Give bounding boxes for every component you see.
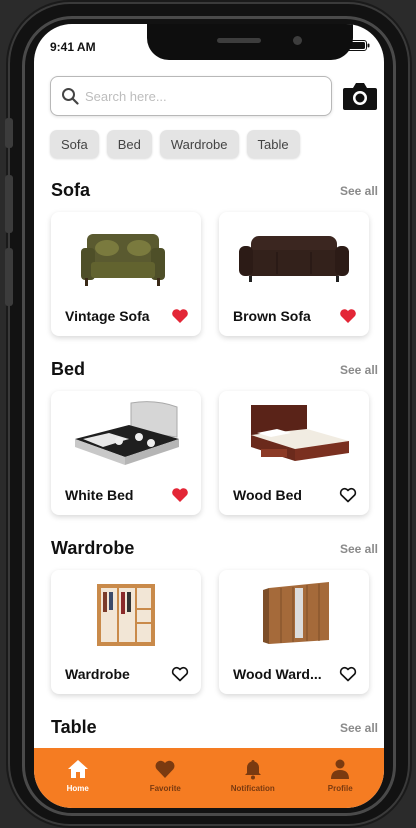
see-all-link[interactable]: See all [340,542,378,556]
white-bed-image [75,401,179,465]
front-camera [293,36,302,45]
search-input[interactable] [85,88,305,104]
camera-icon[interactable] [342,80,378,112]
product-card-wood-bed[interactable]: Wood Bed [219,391,369,515]
wood-bed-image [251,405,349,461]
section-header-wardrobe: Wardrobe See all [51,538,378,559]
section-header-table: Table See all [51,717,378,738]
chip-bed[interactable]: Bed [106,130,152,158]
section-title: Bed [51,359,86,379]
heart-outline-icon[interactable] [339,666,357,682]
heart-outline-icon[interactable] [339,487,357,503]
nav-label: Home [66,784,89,793]
notch [147,24,353,60]
section-title: Sofa [51,180,91,200]
heart-outline-icon[interactable] [171,666,189,682]
category-chips: Sofa Bed Wardrobe Table [50,130,300,158]
brown-sofa-image [239,236,349,282]
heart-icon[interactable] [171,308,189,324]
bottom-navigation: Home Favorite Notification Profile [34,748,384,808]
volume-up-button [5,175,13,233]
search-icon [62,88,79,105]
see-all-link[interactable]: See all [340,363,378,377]
speaker-grille [217,38,261,43]
status-time: 9:41 AM [50,40,96,54]
product-card-wood-wardrobe[interactable]: Wood Ward... [219,570,369,694]
section-title: Table [51,717,97,737]
product-name: Wood Ward... [233,666,322,682]
see-all-link[interactable]: See all [340,721,378,735]
heart-icon [155,760,175,778]
chip-table[interactable]: Table [246,130,300,158]
search-field[interactable] [50,76,332,116]
nav-favorite[interactable]: Favorite [125,758,205,793]
mute-switch [5,118,13,148]
product-name: Brown Sofa [233,308,311,324]
section-title: Wardrobe [51,538,135,558]
heart-icon[interactable] [171,487,189,503]
product-name: Vintage Sofa [65,308,150,324]
open-wardrobe-image [97,584,155,646]
heart-icon[interactable] [339,308,357,324]
chip-wardrobe[interactable]: Wardrobe [159,130,239,158]
product-card-vintage-sofa[interactable]: Vintage Sofa [51,212,201,336]
product-name: Wood Bed [233,487,302,503]
see-all-link[interactable]: See all [340,184,378,198]
product-name: Wardrobe [65,666,130,682]
nav-label: Profile [327,784,353,793]
nav-profile[interactable]: Profile [300,758,380,793]
person-icon [331,759,350,779]
nav-home[interactable]: Home [38,758,118,793]
product-card-brown-sofa[interactable]: Brown Sofa [219,212,369,336]
volume-down-button [5,248,13,306]
chip-sofa[interactable]: Sofa [50,130,99,158]
wood-wardrobe-image [263,582,329,644]
product-name: White Bed [65,487,134,503]
home-icon [67,760,88,778]
nav-label: Notification [230,784,275,793]
nav-label: Favorite [149,784,181,793]
section-header-bed: Bed See all [51,359,378,380]
product-card-wardrobe[interactable]: Wardrobe [51,570,201,694]
nav-notification[interactable]: Notification [213,758,293,793]
vintage-sofa-image [81,234,165,286]
section-header-sofa: Sofa See all [51,180,378,201]
app-screen: 9:41 AM Sofa Bed Wardrobe Table [34,24,384,808]
product-card-white-bed[interactable]: White Bed [51,391,201,515]
bell-icon [244,760,261,780]
